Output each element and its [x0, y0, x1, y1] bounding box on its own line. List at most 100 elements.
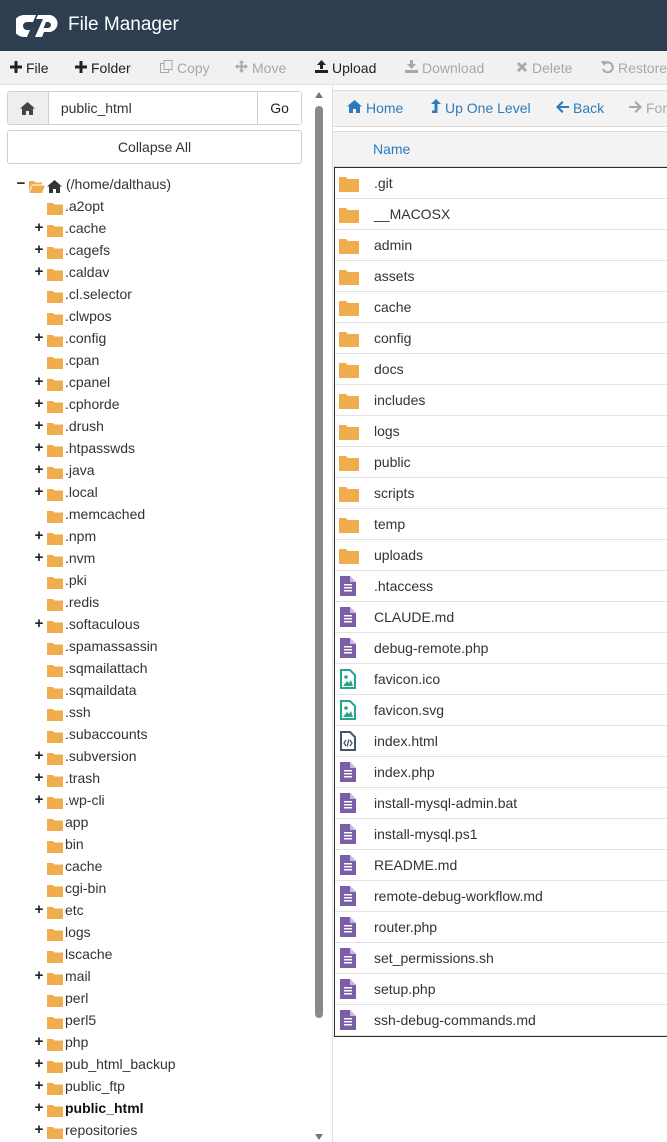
tree-item[interactable]: .cl.selector — [0, 283, 300, 305]
expand-toggle-icon[interactable]: + — [33, 481, 45, 503]
upload-button[interactable]: Upload — [315, 51, 376, 84]
expand-toggle-icon[interactable]: + — [33, 1075, 45, 1097]
file-row[interactable]: README.md — [335, 850, 667, 881]
file-row[interactable]: set_permissions.sh — [335, 943, 667, 974]
tree-item[interactable]: + .npm — [0, 525, 300, 547]
scroll-up-arrow-icon[interactable] — [315, 92, 323, 98]
file-row[interactable]: debug-remote.php — [335, 633, 667, 664]
expand-toggle-icon[interactable]: + — [33, 1031, 45, 1053]
tree-item[interactable]: + .cpanel — [0, 371, 300, 393]
move-button[interactable]: Move — [235, 51, 286, 84]
expand-toggle-icon[interactable]: + — [33, 965, 45, 987]
expand-toggle-icon[interactable]: + — [33, 415, 45, 437]
tree-item[interactable]: .pki — [0, 569, 300, 591]
tree-item[interactable]: .sqmaildata — [0, 679, 300, 701]
expand-toggle-icon[interactable]: + — [33, 1053, 45, 1075]
expand-toggle-icon[interactable]: + — [33, 767, 45, 789]
download-button[interactable]: Download — [405, 51, 484, 84]
tree-scrollbar[interactable] — [314, 90, 324, 1142]
tree-item[interactable]: .memcached — [0, 503, 300, 525]
tree-item[interactable]: logs — [0, 921, 300, 943]
restore-button[interactable]: Restore — [601, 51, 667, 84]
expand-toggle-icon[interactable]: + — [33, 459, 45, 481]
file-row[interactable]: docs — [335, 354, 667, 385]
tree-item[interactable]: + pub_html_backup — [0, 1053, 300, 1075]
tree-item[interactable]: + .cache — [0, 217, 300, 239]
expand-toggle-icon[interactable]: + — [33, 899, 45, 921]
expand-toggle-icon[interactable]: + — [33, 239, 45, 261]
file-row[interactable]: scripts — [335, 478, 667, 509]
tree-item[interactable]: cgi-bin — [0, 877, 300, 899]
file-row[interactable]: __MACOSX — [335, 199, 667, 230]
tree-item[interactable]: app — [0, 811, 300, 833]
copy-button[interactable]: Copy — [160, 51, 210, 84]
tree-item[interactable]: + public_ftp — [0, 1075, 300, 1097]
path-input[interactable] — [48, 92, 258, 124]
tree-root[interactable]: − (/home/dalthaus) — [0, 173, 300, 195]
file-row[interactable]: .git — [335, 168, 667, 199]
tree-item[interactable]: + .config — [0, 327, 300, 349]
file-row[interactable]: includes — [335, 385, 667, 416]
tree-item[interactable]: + .wp-cli — [0, 789, 300, 811]
file-row[interactable]: .htaccess — [335, 571, 667, 602]
file-row[interactable]: uploads — [335, 540, 667, 571]
up-one-level-button[interactable]: Up One Level — [431, 91, 531, 126]
expand-toggle-icon[interactable]: + — [33, 1097, 45, 1119]
expand-toggle-icon[interactable]: + — [33, 1119, 45, 1141]
name-column-header[interactable]: Name — [373, 132, 410, 167]
file-row[interactable]: logs — [335, 416, 667, 447]
file-row[interactable]: assets — [335, 261, 667, 292]
tree-item[interactable]: .subaccounts — [0, 723, 300, 745]
tree-item[interactable]: + repositories — [0, 1119, 300, 1141]
tree-item[interactable]: + .htpasswds — [0, 437, 300, 459]
tree-item[interactable]: + .caldav — [0, 261, 300, 283]
forward-button[interactable]: Forward — [629, 91, 667, 126]
delete-button[interactable]: Delete — [516, 51, 572, 84]
tree-item[interactable]: + .subversion — [0, 745, 300, 767]
file-row[interactable]: admin — [335, 230, 667, 261]
tree-item[interactable]: + php — [0, 1031, 300, 1053]
back-button[interactable]: Back — [556, 91, 604, 126]
tree-item[interactable]: + .cphorde — [0, 393, 300, 415]
go-button[interactable]: Go — [257, 92, 301, 124]
new-folder-button[interactable]: Folder — [75, 51, 131, 84]
expand-toggle-icon[interactable]: + — [33, 393, 45, 415]
file-row[interactable]: temp — [335, 509, 667, 540]
expand-toggle-icon[interactable]: + — [33, 613, 45, 635]
file-row[interactable]: router.php — [335, 912, 667, 943]
file-row[interactable]: favicon.ico — [335, 664, 667, 695]
file-row[interactable]: remote-debug-workflow.md — [335, 881, 667, 912]
expand-toggle-icon[interactable]: + — [33, 371, 45, 393]
tree-item[interactable]: cache — [0, 855, 300, 877]
tree-item[interactable]: + .softaculous — [0, 613, 300, 635]
tree-item[interactable]: + .java — [0, 459, 300, 481]
tree-item[interactable]: .a2opt — [0, 195, 300, 217]
expand-toggle-icon[interactable]: + — [33, 327, 45, 349]
tree-item[interactable]: + .nvm — [0, 547, 300, 569]
scrollbar-thumb[interactable] — [315, 106, 323, 1018]
expand-toggle-icon[interactable]: + — [33, 525, 45, 547]
file-row[interactable]: install-mysql-admin.bat — [335, 788, 667, 819]
expand-toggle-icon[interactable]: + — [33, 217, 45, 239]
tree-item[interactable]: + public_html — [0, 1097, 300, 1119]
tree-item[interactable]: + .cagefs — [0, 239, 300, 261]
collapse-all-button[interactable]: Collapse All — [7, 130, 302, 164]
nav-home-button[interactable]: Home — [347, 91, 403, 126]
scroll-down-arrow-icon[interactable] — [315, 1134, 323, 1140]
tree-item[interactable]: + .trash — [0, 767, 300, 789]
expand-toggle-icon[interactable]: + — [33, 547, 45, 569]
tree-item[interactable]: bin — [0, 833, 300, 855]
home-directory-button[interactable] — [8, 92, 49, 124]
file-row[interactable]: config — [335, 323, 667, 354]
expand-toggle-icon[interactable]: + — [33, 437, 45, 459]
file-row[interactable]: index.php — [335, 757, 667, 788]
tree-item[interactable]: lscache — [0, 943, 300, 965]
file-row[interactable]: ssh-debug-commands.md — [335, 1005, 667, 1036]
tree-item[interactable]: + etc — [0, 899, 300, 921]
tree-item[interactable]: + .local — [0, 481, 300, 503]
tree-item[interactable]: + mail — [0, 965, 300, 987]
file-row[interactable]: favicon.svg — [335, 695, 667, 726]
expand-toggle-icon[interactable]: + — [33, 745, 45, 767]
file-row[interactable]: install-mysql.ps1 — [335, 819, 667, 850]
tree-item[interactable]: perl5 — [0, 1009, 300, 1031]
